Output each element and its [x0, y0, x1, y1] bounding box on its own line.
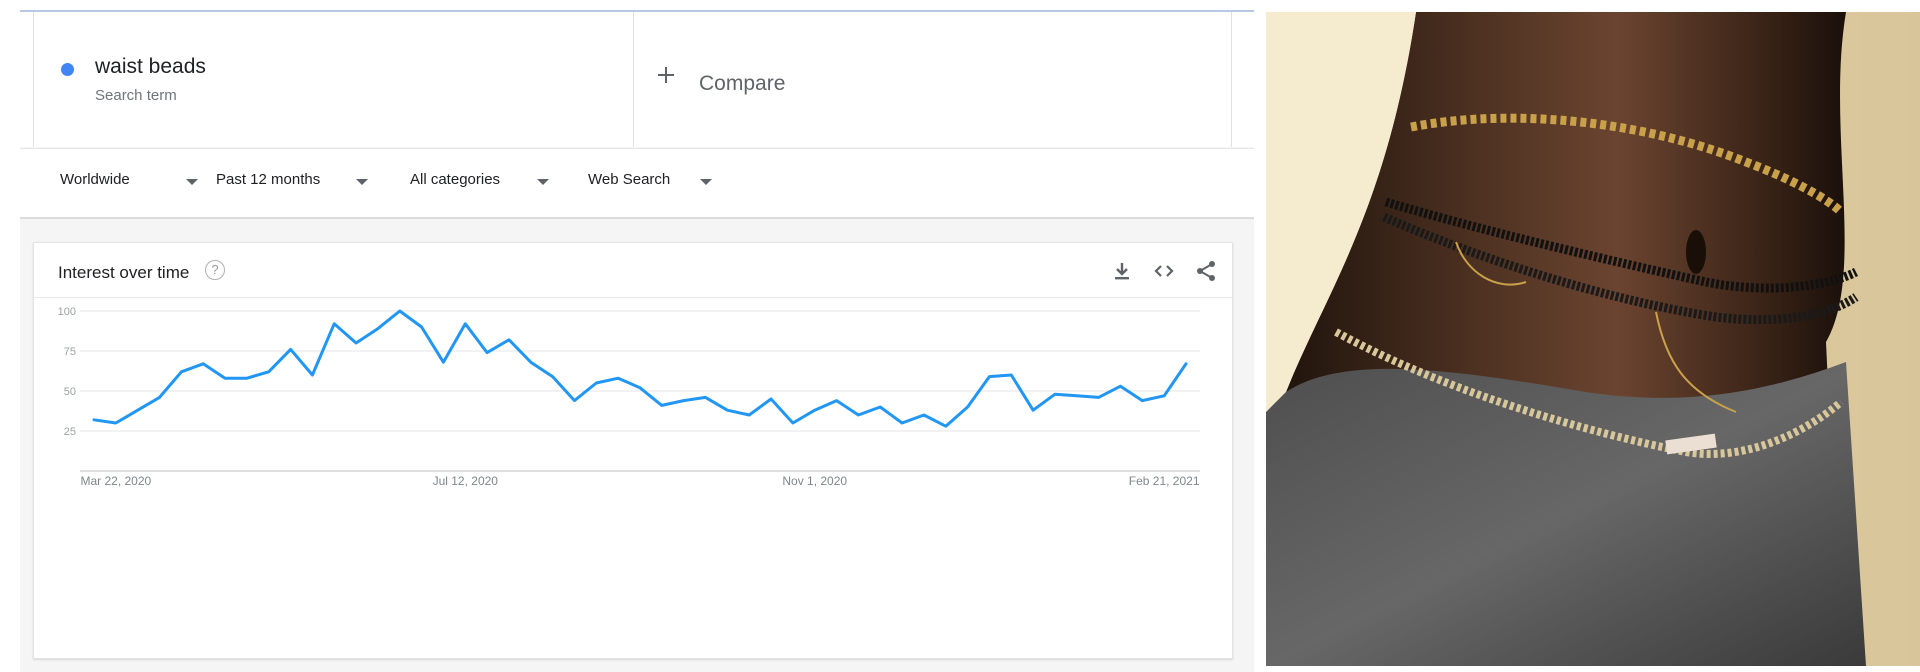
y-tick-label: 25 — [64, 426, 76, 438]
y-tick-label: 100 — [58, 306, 76, 318]
gray-skirt — [1266, 362, 1866, 666]
interest-over-time-card: Interest over time ? 25 50 75 100 Mar 22, 20… — [33, 242, 1233, 659]
filter-region[interactable]: Worldwide — [60, 171, 198, 195]
series-line — [92, 309, 1188, 428]
filter-bar: Worldwide Past 12 months All categories … — [20, 148, 1254, 219]
filter-category-label[interactable]: All categories — [410, 171, 500, 188]
x-tick-label: Nov 1, 2020 — [782, 474, 847, 488]
search-term-card[interactable]: waist beads Search term — [33, 12, 634, 147]
chevron-down-icon[interactable] — [356, 179, 368, 185]
x-tick-label: Mar 22, 2020 — [80, 474, 151, 488]
line-chart: 25 50 75 100 Mar 22, 2020 Jul 12, 2020 Nov 1, … — [58, 306, 1200, 488]
filter-search-type[interactable]: Web Search — [588, 171, 712, 195]
term-type-label: Search term — [95, 87, 177, 104]
x-tick-label: Jul 12, 2020 — [433, 474, 499, 488]
plus-icon[interactable] — [657, 66, 675, 84]
y-tick-label: 75 — [64, 346, 76, 358]
x-tick-label: Feb 21, 2021 — [1129, 474, 1200, 488]
y-tick-label: 50 — [64, 386, 76, 398]
filter-region-label[interactable]: Worldwide — [60, 171, 130, 188]
waist-beads-photo — [1266, 12, 1920, 666]
photo-waist-beads — [1266, 12, 1920, 666]
filter-search-type-label[interactable]: Web Search — [588, 171, 670, 188]
filter-time-range-label[interactable]: Past 12 months — [216, 171, 320, 188]
chevron-down-icon[interactable] — [186, 179, 198, 185]
trends-panel: waist beads Search term Compare Worldwid… — [20, 10, 1254, 672]
chevron-down-icon[interactable] — [537, 179, 549, 185]
filter-time-range[interactable]: Past 12 months — [216, 171, 368, 195]
term-color-dot — [61, 63, 74, 76]
term-name[interactable]: waist beads — [95, 55, 206, 79]
compare-card[interactable]: Compare — [633, 12, 1232, 147]
compare-label[interactable]: Compare — [699, 72, 785, 96]
search-term-header: waist beads Search term Compare — [20, 12, 1254, 147]
filter-category[interactable]: All categories — [410, 171, 549, 195]
navel — [1686, 230, 1706, 274]
chevron-down-icon[interactable] — [700, 179, 712, 185]
